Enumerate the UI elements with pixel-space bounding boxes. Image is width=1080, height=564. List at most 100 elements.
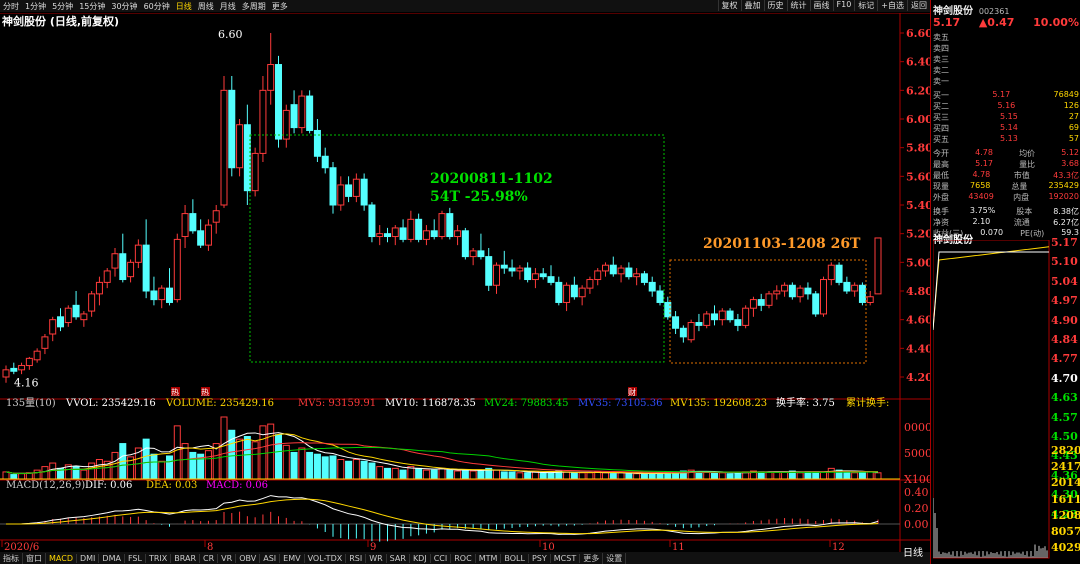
tab-5[interactable]: FSL: [125, 553, 146, 563]
candle-body: [368, 204, 376, 238]
volume-header-2: VOLUME: 235429.16: [165, 398, 274, 409]
candle-body: [220, 89, 228, 206]
tab-0[interactable]: 指标: [0, 552, 23, 564]
tab-2[interactable]: MACD: [46, 553, 77, 563]
stat-row-4: 外盘 43409 内盘 192020: [933, 192, 1079, 202]
volume-bar: [391, 467, 399, 480]
period-6[interactable]: 日线: [173, 1, 195, 12]
tab-21[interactable]: BOLL: [501, 553, 529, 563]
tab-7[interactable]: BRAR: [171, 553, 201, 563]
tab-24[interactable]: 更多: [580, 552, 604, 564]
tab-10[interactable]: OBV: [236, 553, 261, 563]
macd-axis-label: 0.00: [904, 518, 929, 531]
period-2[interactable]: 5分钟: [49, 1, 76, 12]
price-tick-label: 6.40: [906, 56, 930, 69]
candle-body: [703, 313, 711, 326]
volume-bar: [290, 451, 298, 480]
macd-axis-label: 0.20: [904, 502, 929, 515]
tab-8[interactable]: CR: [200, 553, 219, 563]
period-5[interactable]: 60分钟: [141, 1, 173, 12]
tab-16[interactable]: SAR: [387, 553, 410, 563]
tab-11[interactable]: ASI: [260, 553, 281, 563]
tool-7[interactable]: +自选: [877, 0, 907, 11]
volume-bar: [508, 471, 516, 480]
tab-1[interactable]: 窗口: [23, 552, 46, 564]
volume-bar: [41, 466, 49, 480]
candle-body: [874, 237, 882, 295]
tool-8[interactable]: 返回: [907, 0, 930, 11]
candle-body: [158, 287, 166, 301]
candle-body: [64, 307, 72, 324]
tab-12[interactable]: EMV: [280, 553, 305, 563]
candle-body: [103, 270, 111, 283]
period-0[interactable]: 分时: [0, 1, 22, 12]
mini-price-tick: 4.70: [1051, 371, 1078, 385]
price-tick-label: 4.20: [906, 371, 930, 384]
kline-chart[interactable]: 6.60 6.40 6.20 6.00 5.80 5.60 5.40 5.20 5.00 4.80…: [0, 13, 930, 552]
stat-row-3: 现量 7658 总量 235429: [933, 181, 1079, 191]
tab-15[interactable]: WR: [366, 553, 387, 563]
candle-body: [267, 64, 275, 91]
tab-4[interactable]: DMA: [99, 553, 125, 563]
candle-body: [804, 287, 812, 295]
period-10[interactable]: 更多: [269, 1, 291, 12]
candle-body: [827, 264, 835, 281]
price-change: ▲0.47: [978, 16, 1015, 29]
tab-18[interactable]: CCI: [431, 553, 452, 563]
volume-bar: [633, 473, 641, 480]
buy-level-3: 买四 5.14 69: [933, 123, 1079, 133]
volume-bar: [493, 469, 500, 480]
candle-body: [10, 367, 18, 372]
candle-body: [493, 264, 500, 286]
period-4[interactable]: 30分钟: [108, 1, 140, 12]
tab-25[interactable]: 设置: [603, 552, 627, 564]
tool-2[interactable]: 历史: [763, 0, 787, 11]
month-label: 12: [832, 542, 845, 552]
candle-body: [345, 184, 353, 197]
volume-bar: [352, 459, 360, 480]
candle-body: [2, 369, 10, 378]
price-tick-label: 5.00: [906, 256, 930, 269]
candle-body: [843, 281, 851, 292]
volume-bar: [500, 471, 508, 480]
volume-header-3: MV5: 93159.91: [298, 398, 376, 409]
mini-price-tick: 5.04: [1051, 274, 1078, 288]
candle-body: [734, 319, 742, 326]
tool-3[interactable]: 统计: [786, 0, 810, 11]
period-3[interactable]: 15分钟: [76, 1, 108, 12]
tab-23[interactable]: MCST: [551, 553, 581, 563]
tab-19[interactable]: ROC: [451, 553, 476, 563]
volume-bar: [72, 466, 80, 480]
candle-body: [866, 296, 874, 303]
volume-bar: [166, 455, 173, 480]
tab-3[interactable]: DMI: [77, 553, 100, 563]
tab-14[interactable]: RSI: [346, 553, 367, 563]
tool-1[interactable]: 叠加: [740, 0, 764, 11]
candle-body: [796, 287, 804, 298]
tab-17[interactable]: KDJ: [410, 553, 431, 563]
volume-bar: [298, 447, 306, 480]
tab-13[interactable]: VOL-TDX: [305, 553, 347, 563]
volume-bar: [812, 471, 820, 480]
tab-9[interactable]: VR: [218, 553, 237, 563]
period-7[interactable]: 周线: [195, 1, 217, 12]
mini-vol-tick: 16115: [1051, 492, 1080, 506]
candle-body: [80, 313, 88, 321]
volume-bar: [477, 469, 485, 480]
volume-bar: [306, 451, 314, 480]
tab-20[interactable]: MTM: [476, 553, 502, 563]
volume-header-7: MV135: 192608.23: [670, 398, 767, 409]
tool-0[interactable]: 复权: [717, 0, 741, 11]
candle-body: [547, 276, 555, 283]
tab-22[interactable]: PSY: [529, 553, 551, 563]
tab-6[interactable]: TRIX: [146, 553, 172, 563]
period-9[interactable]: 多周期: [239, 1, 269, 12]
period-1[interactable]: 1分钟: [22, 1, 49, 12]
tool-4[interactable]: 画线: [809, 0, 833, 11]
tool-6[interactable]: 标记: [854, 0, 877, 11]
period-8[interactable]: 月线: [217, 1, 239, 12]
volume-bar: [617, 472, 625, 480]
candle-body: [578, 287, 586, 298]
tool-5[interactable]: F10: [832, 0, 855, 11]
volume-bar: [843, 471, 851, 480]
